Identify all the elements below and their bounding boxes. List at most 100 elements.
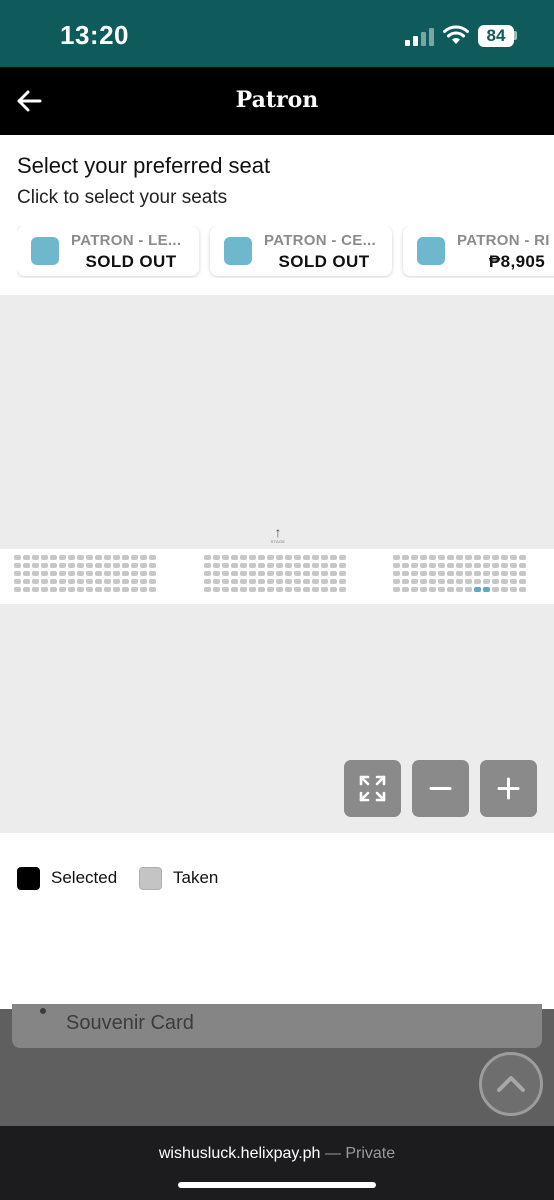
seat[interactable] <box>50 579 57 584</box>
seat[interactable] <box>32 579 39 584</box>
seat[interactable] <box>402 555 409 560</box>
seat[interactable] <box>519 571 526 576</box>
seat[interactable] <box>32 571 39 576</box>
seat[interactable] <box>474 563 481 568</box>
seat[interactable] <box>240 587 247 592</box>
seat[interactable] <box>393 555 400 560</box>
seat[interactable] <box>14 563 21 568</box>
seat[interactable] <box>122 579 129 584</box>
seat[interactable] <box>285 587 292 592</box>
seat[interactable] <box>321 555 328 560</box>
seat[interactable] <box>321 571 328 576</box>
seat[interactable] <box>294 555 301 560</box>
seat[interactable] <box>411 587 418 592</box>
seat[interactable] <box>149 571 156 576</box>
seat[interactable] <box>77 571 84 576</box>
seat[interactable] <box>204 587 211 592</box>
seat[interactable] <box>104 587 111 592</box>
seat[interactable] <box>50 555 57 560</box>
seat[interactable] <box>32 563 39 568</box>
seat[interactable] <box>285 571 292 576</box>
seat[interactable] <box>402 579 409 584</box>
seat[interactable] <box>104 571 111 576</box>
seat[interactable] <box>276 579 283 584</box>
seat[interactable] <box>41 571 48 576</box>
seat[interactable] <box>456 579 463 584</box>
seat[interactable] <box>95 555 102 560</box>
seat[interactable] <box>68 587 75 592</box>
seat[interactable] <box>14 555 21 560</box>
seat[interactable] <box>294 563 301 568</box>
seat[interactable] <box>140 587 147 592</box>
seat[interactable] <box>213 563 220 568</box>
seat[interactable] <box>95 571 102 576</box>
seat[interactable] <box>474 587 481 592</box>
seat[interactable] <box>131 563 138 568</box>
seat[interactable] <box>249 555 256 560</box>
seat[interactable] <box>104 563 111 568</box>
seat[interactable] <box>231 563 238 568</box>
seat[interactable] <box>447 579 454 584</box>
seat[interactable] <box>447 587 454 592</box>
seat[interactable] <box>267 563 274 568</box>
seat[interactable] <box>510 555 517 560</box>
seat[interactable] <box>519 563 526 568</box>
seat[interactable] <box>339 555 346 560</box>
seat[interactable] <box>231 555 238 560</box>
seat[interactable] <box>213 555 220 560</box>
seat[interactable] <box>303 587 310 592</box>
seat[interactable] <box>113 571 120 576</box>
seat[interactable] <box>14 579 21 584</box>
seat[interactable] <box>438 571 445 576</box>
seat[interactable] <box>339 563 346 568</box>
seat[interactable] <box>213 587 220 592</box>
seat[interactable] <box>465 555 472 560</box>
seat[interactable] <box>131 587 138 592</box>
seat[interactable] <box>267 579 274 584</box>
seat[interactable] <box>447 571 454 576</box>
seat[interactable] <box>59 571 66 576</box>
seat[interactable] <box>276 571 283 576</box>
seat[interactable] <box>420 563 427 568</box>
seat[interactable] <box>465 563 472 568</box>
seat[interactable] <box>41 587 48 592</box>
seat[interactable] <box>420 587 427 592</box>
home-indicator[interactable] <box>178 1182 376 1188</box>
seat[interactable] <box>50 587 57 592</box>
seat[interactable] <box>249 579 256 584</box>
seat[interactable] <box>32 555 39 560</box>
seat[interactable] <box>104 555 111 560</box>
seat-map[interactable]: ↑ STAGE <box>0 295 554 833</box>
seat[interactable] <box>519 555 526 560</box>
seat[interactable] <box>59 579 66 584</box>
seat[interactable] <box>86 579 93 584</box>
seat[interactable] <box>393 563 400 568</box>
seat[interactable] <box>393 571 400 576</box>
seat[interactable] <box>492 579 499 584</box>
seat[interactable] <box>465 587 472 592</box>
seat[interactable] <box>429 555 436 560</box>
seat[interactable] <box>240 555 247 560</box>
seat[interactable] <box>474 579 481 584</box>
seat[interactable] <box>519 587 526 592</box>
seat[interactable] <box>14 571 21 576</box>
seat[interactable] <box>483 579 490 584</box>
seat[interactable] <box>312 579 319 584</box>
seat[interactable] <box>240 563 247 568</box>
seat[interactable] <box>267 587 274 592</box>
seat[interactable] <box>86 555 93 560</box>
seat[interactable] <box>420 571 427 576</box>
seat[interactable] <box>321 579 328 584</box>
seat[interactable] <box>321 587 328 592</box>
seat[interactable] <box>77 579 84 584</box>
seat[interactable] <box>249 563 256 568</box>
seat[interactable] <box>204 555 211 560</box>
seat[interactable] <box>483 563 490 568</box>
seat[interactable] <box>411 571 418 576</box>
seat[interactable] <box>456 555 463 560</box>
seat[interactable] <box>122 555 129 560</box>
seat[interactable] <box>41 555 48 560</box>
seat[interactable] <box>41 563 48 568</box>
seat[interactable] <box>68 579 75 584</box>
seat[interactable] <box>402 563 409 568</box>
